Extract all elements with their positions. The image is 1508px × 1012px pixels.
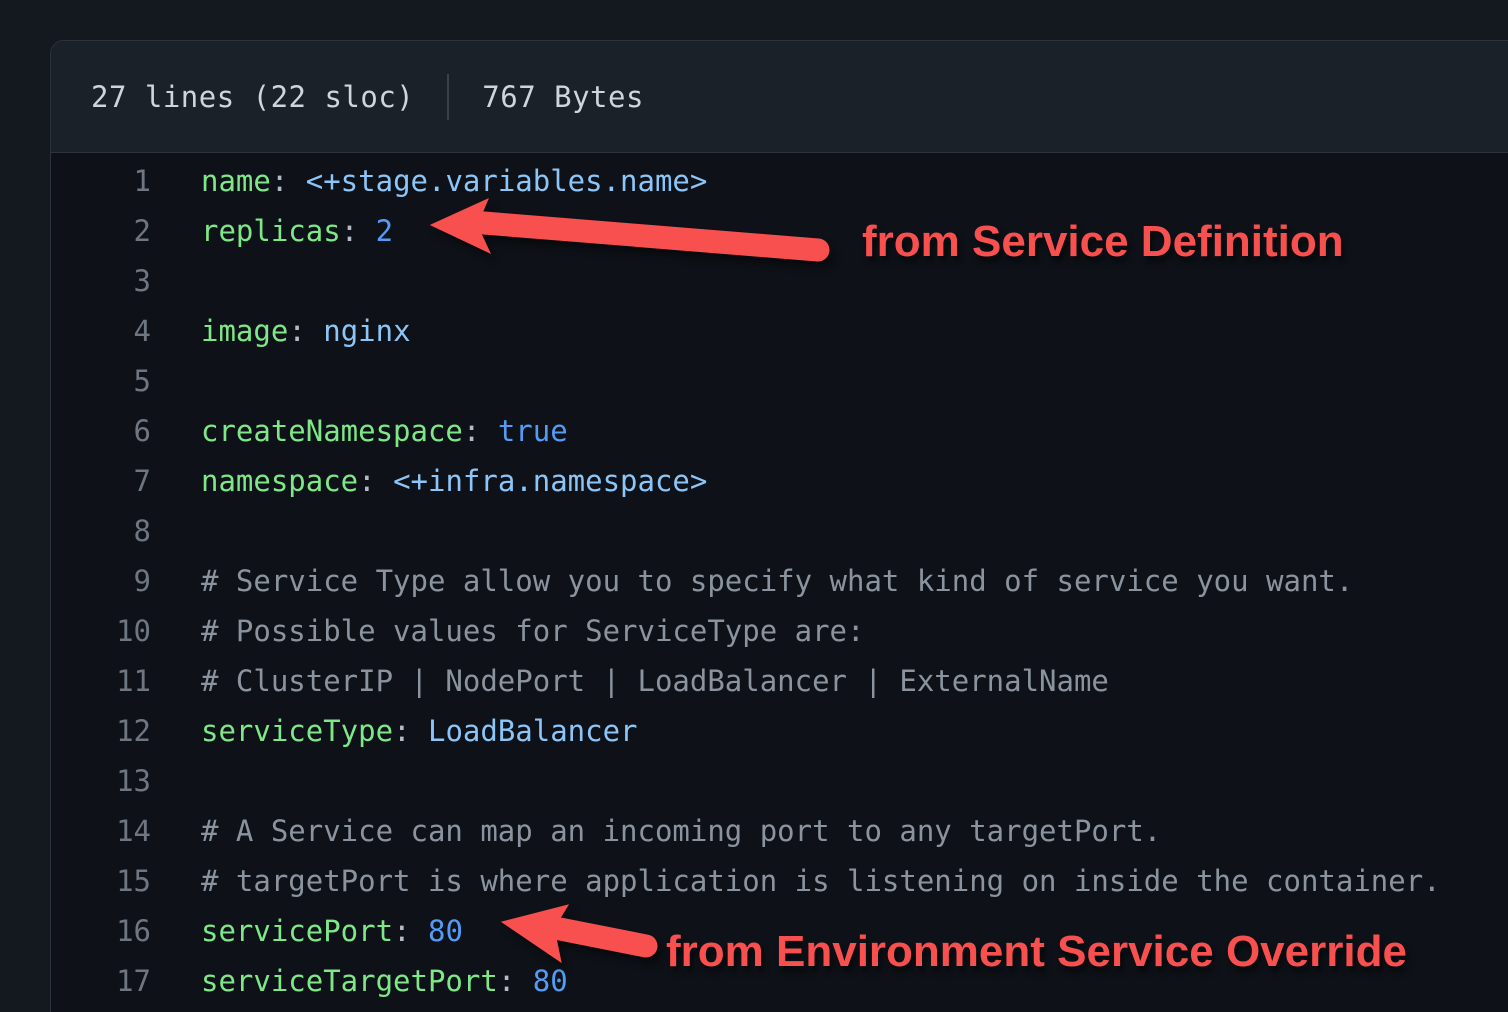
line-number[interactable]: 2 xyxy=(51,206,151,256)
code-line: 14 # A Service can map an incoming port t… xyxy=(51,806,1508,856)
code-line-content xyxy=(151,756,201,806)
line-number[interactable]: 16 xyxy=(51,906,151,956)
line-number[interactable]: 11 xyxy=(51,656,151,706)
line-number[interactable]: 10 xyxy=(51,606,151,656)
code-line: 5 xyxy=(51,356,1508,406)
file-size: 767 Bytes xyxy=(482,80,644,114)
comment-token: # Possible values for ServiceType are: xyxy=(201,614,864,648)
code-line: 7namespace: <+infra.namespace> xyxy=(51,456,1508,506)
yaml-key-token: serviceTargetPort xyxy=(201,964,498,998)
file-viewer-panel: 27 lines (22 sloc) 767 Bytes 1name: <+st… xyxy=(50,40,1508,1012)
yaml-key-token: name xyxy=(201,164,271,198)
code-line-content: # A Service can map an incoming port to … xyxy=(151,806,1161,856)
page-background: { "header": { "lines_info": "27 lines (2… xyxy=(0,0,1508,1012)
header-divider xyxy=(447,74,449,120)
code-line: 4image: nginx xyxy=(51,306,1508,356)
colon-token: : xyxy=(358,464,393,498)
line-number[interactable]: 15 xyxy=(51,856,151,906)
yaml-key-token: replicas xyxy=(201,214,341,248)
annotation-text-service-definition: from Service Definition xyxy=(862,217,1344,267)
line-number[interactable]: 8 xyxy=(51,506,151,556)
comment-token: # targetPort is where application is lis… xyxy=(201,864,1441,898)
line-number[interactable]: 4 xyxy=(51,306,151,356)
code-line: 15 # targetPort is where application is l… xyxy=(51,856,1508,906)
code-lines: 1name: <+stage.variables.name>2replicas:… xyxy=(51,153,1508,1006)
yaml-key-token: image xyxy=(201,314,288,348)
code-line-content: replicas: 2 xyxy=(151,206,393,256)
code-line-content xyxy=(151,256,201,306)
line-number[interactable]: 12 xyxy=(51,706,151,756)
line-number[interactable]: 5 xyxy=(51,356,151,406)
yaml-key-token: servicePort xyxy=(201,914,393,948)
yaml-value-token: 80 xyxy=(428,914,463,948)
code-line: 12serviceType: LoadBalancer xyxy=(51,706,1508,756)
line-number[interactable]: 13 xyxy=(51,756,151,806)
annotation-text-environment-override: from Environment Service Override xyxy=(666,927,1407,977)
code-line-content: # Service Type allow you to specify what… xyxy=(151,556,1353,606)
comment-token: # Service Type allow you to specify what… xyxy=(201,564,1353,598)
colon-token: : xyxy=(271,164,306,198)
code-line-content: # targetPort is where application is lis… xyxy=(151,856,1441,906)
comment-token: # A Service can map an incoming port to … xyxy=(201,814,1161,848)
yaml-key-token: namespace xyxy=(201,464,358,498)
colon-token: : xyxy=(463,414,498,448)
code-line-content: # Possible values for ServiceType are: xyxy=(151,606,864,656)
code-line-content xyxy=(151,356,201,406)
code-line-content: createNamespace: true xyxy=(151,406,568,456)
file-header-bar: 27 lines (22 sloc) 767 Bytes xyxy=(51,41,1508,153)
colon-token: : xyxy=(393,714,428,748)
line-number[interactable]: 7 xyxy=(51,456,151,506)
line-number[interactable]: 3 xyxy=(51,256,151,306)
code-line-content: image: nginx xyxy=(151,306,411,356)
line-number[interactable]: 14 xyxy=(51,806,151,856)
code-line: 9 # Service Type allow you to specify wha… xyxy=(51,556,1508,606)
code-line: 11 # ClusterIP | NodePort | LoadBalancer … xyxy=(51,656,1508,706)
code-line: 8 xyxy=(51,506,1508,556)
yaml-key-token: createNamespace xyxy=(201,414,463,448)
colon-token: : xyxy=(341,214,376,248)
code-line: 6createNamespace: true xyxy=(51,406,1508,456)
file-lines-info: 27 lines (22 sloc) xyxy=(91,80,414,114)
annotation-arrow-service-definition xyxy=(420,192,840,272)
yaml-value-token: true xyxy=(498,414,568,448)
line-number[interactable]: 17 xyxy=(51,956,151,1006)
annotation-arrow-environment-override xyxy=(488,896,668,986)
code-line-content: # ClusterIP | NodePort | LoadBalancer | … xyxy=(151,656,1109,706)
yaml-value-token: 2 xyxy=(376,214,393,248)
code-line-content: servicePort: 80 xyxy=(151,906,463,956)
yaml-value-token: nginx xyxy=(323,314,410,348)
code-line-content xyxy=(151,506,201,556)
comment-token: # ClusterIP | NodePort | LoadBalancer | … xyxy=(201,664,1109,698)
code-line: 10 # Possible values for ServiceType are: xyxy=(51,606,1508,656)
code-line-content: serviceType: LoadBalancer xyxy=(151,706,638,756)
yaml-key-token: serviceType xyxy=(201,714,393,748)
code-line-content: namespace: <+infra.namespace> xyxy=(151,456,707,506)
colon-token: : xyxy=(393,914,428,948)
line-number[interactable]: 9 xyxy=(51,556,151,606)
code-line: 13 xyxy=(51,756,1508,806)
colon-token: : xyxy=(288,314,323,348)
yaml-value-token: LoadBalancer xyxy=(428,714,638,748)
line-number[interactable]: 1 xyxy=(51,156,151,206)
line-number[interactable]: 6 xyxy=(51,406,151,456)
yaml-value-token: <+infra.namespace> xyxy=(393,464,707,498)
